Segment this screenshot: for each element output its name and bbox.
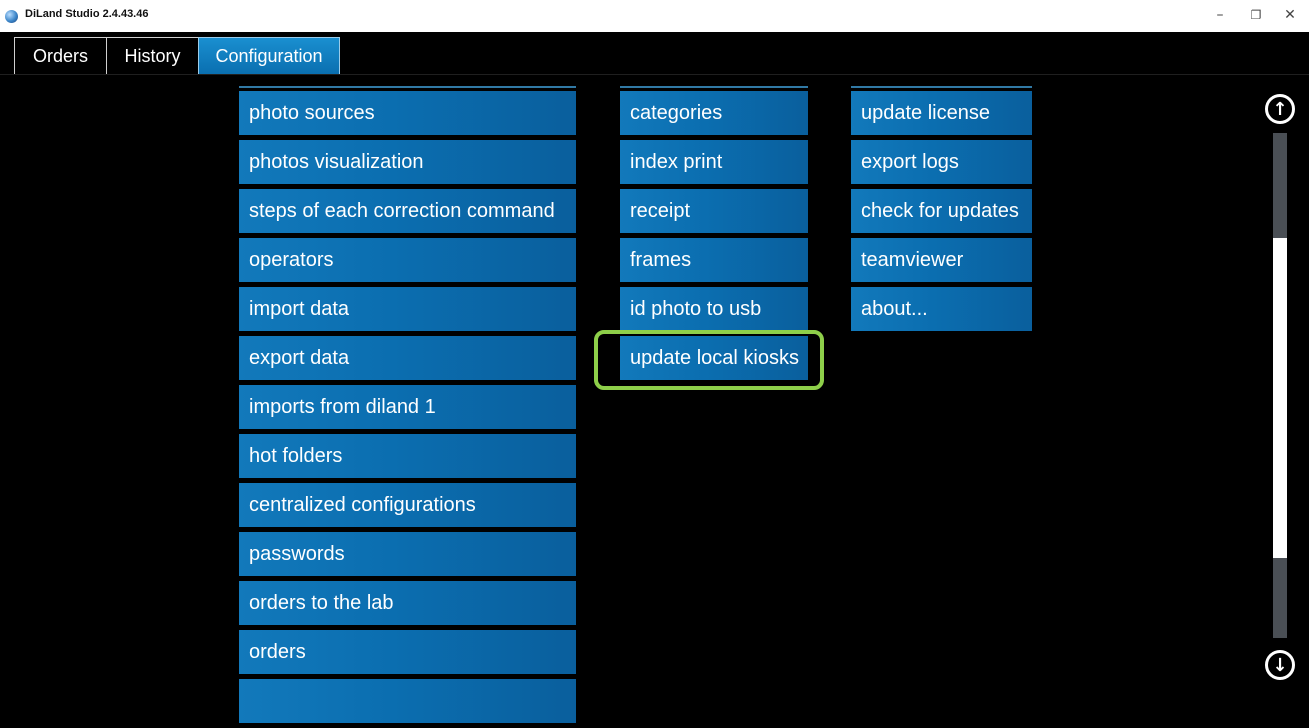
menu-item-correction-steps[interactable]: steps of each correction command: [239, 189, 576, 233]
close-button[interactable]: ✕: [1278, 2, 1302, 28]
menu-item-orders[interactable]: orders: [239, 630, 576, 674]
menu-item-about[interactable]: about...: [851, 287, 1032, 331]
menu-item-index-print[interactable]: index print: [620, 140, 808, 184]
title-bar: DiLand Studio 2.4.43.46 – ❐ ✕: [0, 0, 1309, 32]
column-divider: [851, 86, 1032, 88]
menu-column-3: update license export logs check for upd…: [851, 86, 1032, 336]
menu-item-export-data[interactable]: export data: [239, 336, 576, 380]
minimize-button[interactable]: –: [1208, 2, 1232, 28]
column-divider: [620, 86, 808, 88]
scroll-down-icon[interactable]: ↓: [1265, 650, 1295, 680]
scroll-up-icon[interactable]: ↑: [1265, 94, 1295, 124]
menu-item-hot-folders[interactable]: hot folders: [239, 434, 576, 478]
diland-logo-icon: [5, 10, 18, 23]
restore-button[interactable]: ❐: [1244, 2, 1268, 28]
menu-item-update-local-kiosks[interactable]: update local kiosks: [620, 336, 808, 380]
menu-item-passwords[interactable]: passwords: [239, 532, 576, 576]
menu-item-export-logs[interactable]: export logs: [851, 140, 1032, 184]
scrollbar-thumb[interactable]: [1273, 238, 1287, 558]
menu-item-centralized-configurations[interactable]: centralized configurations: [239, 483, 576, 527]
tab-orders[interactable]: Orders: [14, 37, 106, 75]
menu-item-operators[interactable]: operators: [239, 238, 576, 282]
menu-item-partial[interactable]: [239, 679, 576, 723]
tab-divider: [0, 74, 1309, 75]
menu-column-1: photo sources photos visualization steps…: [239, 86, 576, 728]
menu-item-import-data[interactable]: import data: [239, 287, 576, 331]
column-divider: [239, 86, 576, 88]
menu-item-orders-to-the-lab[interactable]: orders to the lab: [239, 581, 576, 625]
menu-item-teamviewer[interactable]: teamviewer: [851, 238, 1032, 282]
menu-item-check-for-updates[interactable]: check for updates: [851, 189, 1032, 233]
menu-item-update-license[interactable]: update license: [851, 91, 1032, 135]
menu-item-receipt[interactable]: receipt: [620, 189, 808, 233]
menu-item-categories[interactable]: categories: [620, 91, 808, 135]
menu-item-photo-sources[interactable]: photo sources: [239, 91, 576, 135]
main-tabs: Orders History Configuration: [14, 37, 340, 75]
menu-item-imports-from-diland-1[interactable]: imports from diland 1: [239, 385, 576, 429]
window-title: DiLand Studio 2.4.43.46: [25, 8, 149, 20]
tab-history[interactable]: History: [106, 37, 198, 75]
menu-item-photos-visualization[interactable]: photos visualization: [239, 140, 576, 184]
menu-item-frames[interactable]: frames: [620, 238, 808, 282]
menu-item-id-photo-to-usb[interactable]: id photo to usb: [620, 287, 808, 331]
menu-column-2: categories index print receipt frames id…: [620, 86, 808, 385]
tab-configuration[interactable]: Configuration: [198, 37, 340, 75]
